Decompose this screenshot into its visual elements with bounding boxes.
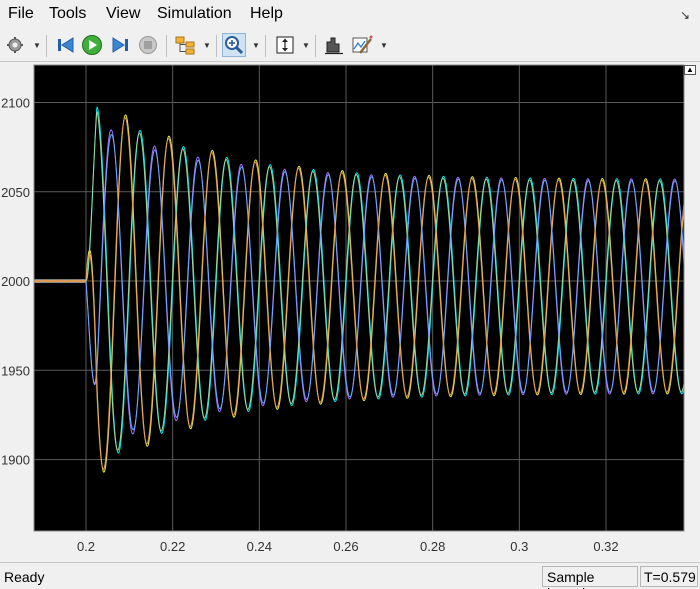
- hierarchy-dropdown-arrow-icon[interactable]: ▼: [203, 41, 211, 50]
- y-tick-label: 1900: [1, 453, 30, 468]
- fit-axes-icon[interactable]: [273, 33, 297, 57]
- x-tick-label: 0.2: [77, 539, 95, 554]
- signal-hierarchy-icon[interactable]: [173, 33, 197, 57]
- step-back-icon[interactable]: [54, 33, 78, 57]
- menu-collapse-arrow-icon[interactable]: ↘: [680, 8, 690, 22]
- toolbar: ▼ ▼ ▼ ▼ ▼: [0, 30, 700, 62]
- style-dropdown-arrow-icon[interactable]: ▼: [380, 41, 388, 50]
- y-tick-label: 1950: [1, 363, 30, 378]
- menu-tools[interactable]: Tools: [49, 5, 86, 23]
- status-sample-mode: Sample based: [542, 566, 638, 589]
- zoom-dropdown-arrow-icon[interactable]: ▼: [252, 41, 260, 50]
- x-tick-label: 0.22: [160, 539, 185, 554]
- status-ready-text: Ready: [4, 569, 45, 585]
- status-sim-time: T=0.579: [640, 566, 698, 587]
- zoom-in-icon[interactable]: [222, 33, 246, 57]
- menu-help[interactable]: Help: [250, 5, 283, 23]
- x-tick-label: 0.24: [247, 539, 272, 554]
- step-forward-icon[interactable]: [108, 33, 132, 57]
- x-tick-label: 0.3: [510, 539, 528, 554]
- toolbar-separator: [216, 35, 217, 57]
- x-tick-label: 0.26: [333, 539, 358, 554]
- x-tick-label: 0.28: [420, 539, 445, 554]
- cursor-measure-icon[interactable]: [322, 33, 346, 57]
- gear-icon[interactable]: [3, 33, 27, 57]
- menu-bar: File Tools View Simulation Help ↘: [0, 0, 700, 30]
- scope-axes[interactable]: 0.2 0.22 0.24 0.26 0.28 0.3 0.32 1900 1950 2000 20…: [0, 62, 700, 562]
- y-tick-label: 2050: [1, 185, 30, 200]
- undock-icon[interactable]: ▲: [684, 65, 696, 75]
- menu-file[interactable]: File: [8, 5, 34, 23]
- axes-background: [34, 65, 684, 531]
- toolbar-separator: [315, 35, 316, 57]
- menu-view[interactable]: View: [106, 5, 140, 23]
- status-bar: Ready Sample based T=0.579: [0, 562, 700, 589]
- run-icon[interactable]: [80, 33, 104, 57]
- y-tick-label: 2000: [1, 274, 30, 289]
- toolbar-separator: [166, 35, 167, 57]
- x-tick-label: 0.32: [593, 539, 618, 554]
- menu-simulation[interactable]: Simulation: [157, 5, 232, 23]
- scope-plot-area: 0.2 0.22 0.24 0.26 0.28 0.3 0.32 1900 1950 2000 20…: [0, 62, 700, 562]
- toolbar-separator: [265, 35, 266, 57]
- toolbar-separator: [46, 35, 47, 57]
- scale-dropdown-arrow-icon[interactable]: ▼: [302, 41, 310, 50]
- stop-icon[interactable]: [136, 33, 160, 57]
- settings-dropdown-arrow-icon[interactable]: ▼: [33, 41, 41, 50]
- style-edit-icon[interactable]: [350, 33, 374, 57]
- y-tick-label: 2100: [1, 95, 30, 110]
